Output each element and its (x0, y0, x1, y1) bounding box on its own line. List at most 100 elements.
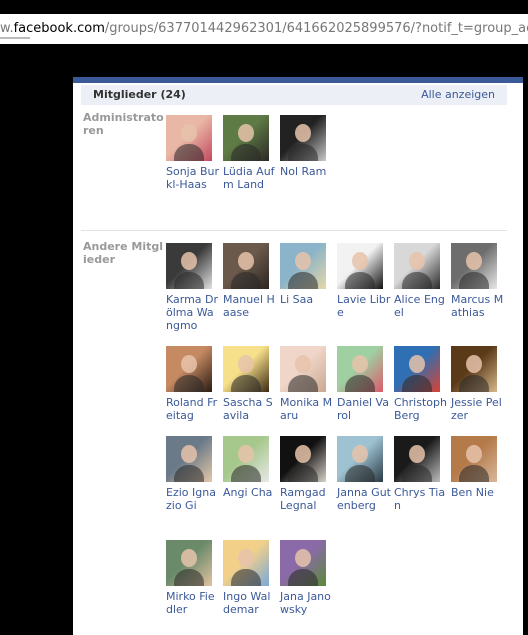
avatar-figure (409, 252, 425, 270)
member-item[interactable]: Ben Nie (451, 436, 505, 499)
member-name[interactable]: Manuel Haase (223, 293, 277, 319)
avatar-figure (409, 355, 425, 373)
avatar-body (288, 569, 318, 586)
member-name[interactable]: Sonja Burkl-Haas (166, 165, 220, 191)
member-name[interactable]: Jana Janowsky (280, 590, 334, 616)
avatar-figure (295, 124, 311, 142)
member-avatar[interactable] (166, 436, 212, 482)
member-name[interactable]: Ezio Ignazio Gi (166, 486, 220, 512)
avatar-figure (295, 445, 311, 463)
member-name[interactable]: Christoph Berg (394, 396, 448, 422)
member-name[interactable]: Marcus Mathias (451, 293, 505, 319)
member-item[interactable]: Ingo Waldemar (223, 540, 277, 616)
member-name[interactable]: Karma Drölma Wangmo (166, 293, 220, 332)
member-avatar[interactable] (223, 436, 269, 482)
member-item[interactable]: Ramgad Legnal (280, 436, 334, 512)
member-item[interactable]: Lüdia Aufm Land (223, 115, 277, 191)
member-item[interactable]: Alice Engel (394, 243, 448, 319)
member-avatar[interactable] (394, 436, 440, 482)
member-avatar[interactable] (451, 436, 497, 482)
member-name[interactable]: Li Saa (280, 293, 334, 306)
url-host: facebook.com (13, 21, 105, 36)
member-avatar[interactable] (394, 243, 440, 289)
member-avatar[interactable] (223, 115, 269, 161)
member-name[interactable]: Angi Cha (223, 486, 277, 499)
member-name[interactable]: Nol Ram (280, 165, 334, 178)
member-item[interactable]: Christoph Berg (394, 346, 448, 422)
avatar-body (288, 375, 318, 392)
avatar-figure (466, 252, 482, 270)
member-avatar[interactable] (280, 115, 326, 161)
member-avatar[interactable] (223, 243, 269, 289)
member-item[interactable]: Monika Maru (280, 346, 334, 422)
member-name[interactable]: Ingo Waldemar (223, 590, 277, 616)
member-avatar[interactable] (223, 346, 269, 392)
member-item[interactable]: Jana Janowsky (280, 540, 334, 616)
member-avatar[interactable] (223, 540, 269, 586)
member-avatar[interactable] (451, 243, 497, 289)
member-item[interactable]: Sonja Burkl-Haas (166, 115, 220, 191)
members-header: Mitglieder (24) Alle anzeigen (81, 85, 507, 105)
member-name[interactable]: Ramgad Legnal (280, 486, 334, 512)
member-avatar[interactable] (394, 346, 440, 392)
member-item[interactable]: Angi Cha (223, 436, 277, 499)
member-avatar[interactable] (337, 346, 383, 392)
member-avatar[interactable] (166, 243, 212, 289)
member-name[interactable]: Mirko Fiedler (166, 590, 220, 616)
avatar-body (459, 465, 489, 482)
member-item[interactable]: Li Saa (280, 243, 334, 306)
member-avatar[interactable] (280, 436, 326, 482)
member-avatar[interactable] (280, 540, 326, 586)
member-item[interactable]: Jessie Pelzer (451, 346, 505, 422)
member-item[interactable]: Sascha Savila (223, 346, 277, 422)
avatar-body (459, 272, 489, 289)
avatar-body (402, 375, 432, 392)
address-bar[interactable]: w.facebook.com/groups/637701442962301/64… (0, 14, 528, 44)
member-name[interactable]: Alice Engel (394, 293, 448, 319)
section-divider (81, 230, 507, 231)
avatar-body (231, 375, 261, 392)
member-avatar[interactable] (280, 346, 326, 392)
member-avatar[interactable] (451, 346, 497, 392)
avatar-body (174, 375, 204, 392)
member-name[interactable]: Daniel Varol (337, 396, 391, 422)
member-item[interactable]: Chrys Tian (394, 436, 448, 512)
avatar-figure (352, 355, 368, 373)
member-avatar[interactable] (166, 540, 212, 586)
member-avatar[interactable] (166, 115, 212, 161)
member-item[interactable]: Karma Drölma Wangmo (166, 243, 220, 332)
blue-top-border (73, 77, 523, 83)
member-name[interactable]: Roland Freitag (166, 396, 220, 422)
avatar-body (231, 272, 261, 289)
member-item[interactable]: Nol Ram (280, 115, 334, 178)
member-item[interactable]: Roland Freitag (166, 346, 220, 422)
member-item[interactable]: Lavie Libre (337, 243, 391, 319)
member-name[interactable]: Ben Nie (451, 486, 505, 499)
member-item[interactable]: Ezio Ignazio Gi (166, 436, 220, 512)
member-item[interactable]: Marcus Mathias (451, 243, 505, 319)
member-item[interactable]: Daniel Varol (337, 346, 391, 422)
member-name[interactable]: Lavie Libre (337, 293, 391, 319)
show-all-link[interactable]: Alle anzeigen (421, 88, 495, 101)
address-underline (0, 37, 30, 39)
avatar-body (288, 465, 318, 482)
member-avatar[interactable] (280, 243, 326, 289)
member-item[interactable]: Manuel Haase (223, 243, 277, 319)
member-avatar[interactable] (337, 243, 383, 289)
member-name[interactable]: Lüdia Aufm Land (223, 165, 277, 191)
member-item[interactable]: Mirko Fiedler (166, 540, 220, 616)
avatar-figure (238, 549, 254, 567)
member-name[interactable]: Sascha Savila (223, 396, 277, 422)
avatar-figure (466, 355, 482, 373)
member-avatar[interactable] (337, 436, 383, 482)
member-name[interactable]: Chrys Tian (394, 486, 448, 512)
member-name[interactable]: Janna Gutenberg (337, 486, 391, 512)
avatar-figure (352, 445, 368, 463)
avatar-figure (181, 355, 197, 373)
avatar-body (174, 569, 204, 586)
member-avatar[interactable] (166, 346, 212, 392)
avatar-figure (238, 445, 254, 463)
member-name[interactable]: Jessie Pelzer (451, 396, 505, 422)
member-item[interactable]: Janna Gutenberg (337, 436, 391, 512)
member-name[interactable]: Monika Maru (280, 396, 334, 422)
